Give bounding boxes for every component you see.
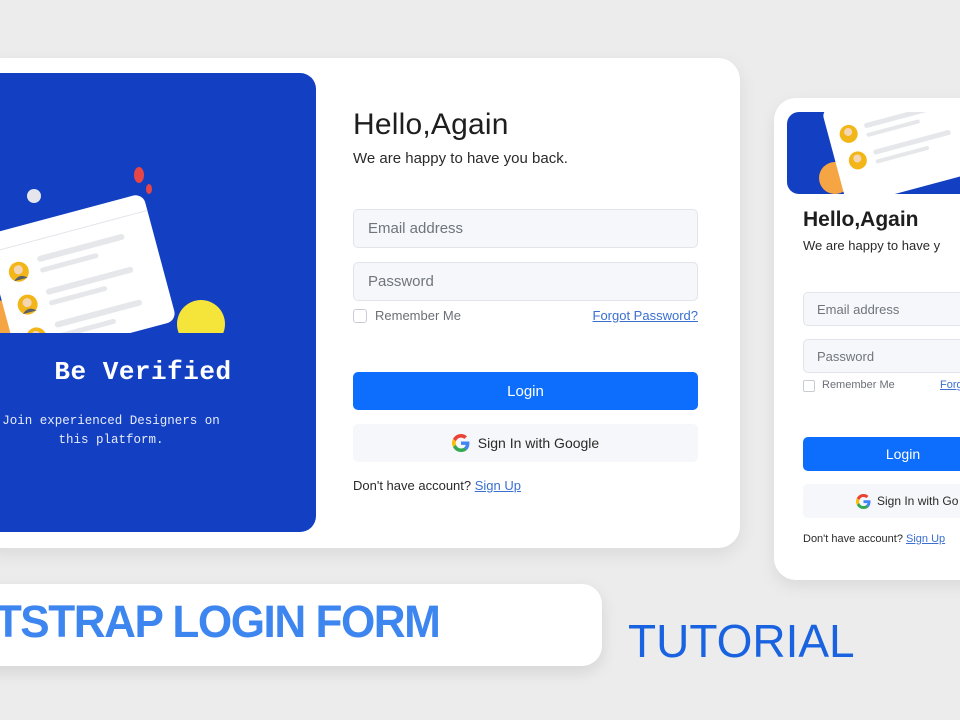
email-input[interactable] (353, 209, 698, 248)
forgot-password-link[interactable]: Forgot Password? (593, 308, 699, 323)
signup-row: Don't have account? Sign Up (353, 478, 521, 493)
remember-me-label[interactable]: Remember Me (375, 308, 461, 323)
mobile-password-input[interactable] (803, 339, 960, 373)
mobile-remember-checkbox[interactable] (803, 380, 815, 392)
white-dot (27, 189, 41, 203)
google-g-icon (856, 493, 871, 509)
login-button[interactable]: Login (353, 372, 698, 410)
mobile-email-input[interactable] (803, 292, 960, 326)
form-title: Hello,Again (353, 108, 509, 141)
red-drop (134, 167, 144, 183)
user-list-card-icon (819, 112, 960, 194)
mobile-login-card: Hello,Again We are happy to have y Remem… (774, 98, 960, 580)
password-input[interactable] (353, 262, 698, 301)
mobile-signup-link[interactable]: Sign Up (906, 533, 945, 545)
mobile-login-button[interactable]: Login (803, 437, 960, 471)
mobile-signup-row: Don't have account? Sign Up (803, 533, 945, 545)
promo-panel: Be Verified Join experienced Designers o… (0, 73, 316, 532)
promo-heading: Be Verified (54, 357, 232, 387)
mobile-promo-banner (787, 112, 960, 194)
login-form: Hello,Again We are happy to have you bac… (353, 108, 698, 493)
mobile-no-account-text: Don't have account? (803, 533, 903, 545)
remember-row: Remember Me Forgot Password? (353, 308, 698, 326)
google-signin-button[interactable]: Sign In with Google (353, 424, 698, 462)
mobile-login-form: Hello,Again We are happy to have y Remem… (803, 208, 960, 545)
promo-description: Join experienced Designers on this platf… (2, 414, 220, 447)
mobile-google-signin-button[interactable]: Sign In with Go (803, 484, 960, 518)
remember-me-checkbox[interactable] (353, 309, 367, 323)
google-g-icon (451, 434, 470, 452)
mobile-form-subtitle: We are happy to have y (803, 238, 941, 253)
no-account-text: Don't have account? (353, 478, 472, 493)
banner-title: OTSTRAP LOGIN FORM (0, 596, 441, 647)
mobile-forgot-link[interactable]: Forg (940, 379, 960, 391)
yellow-circle (177, 300, 225, 333)
mobile-remember-label[interactable]: Remember Me (822, 379, 895, 391)
form-subtitle: We are happy to have you back. (353, 150, 568, 167)
mobile-remember-row: Remember Me Forg (803, 379, 960, 395)
signup-link[interactable]: Sign Up (475, 478, 521, 493)
google-signin-label: Sign In with Google (477, 435, 600, 451)
user-list-card-icon (0, 167, 225, 333)
mobile-form-title: Hello,Again (803, 208, 919, 231)
red-drop-small (146, 184, 152, 194)
banner-subtitle: TUTORIAL (628, 615, 855, 667)
mobile-google-label: Sign In with Go (877, 494, 959, 508)
